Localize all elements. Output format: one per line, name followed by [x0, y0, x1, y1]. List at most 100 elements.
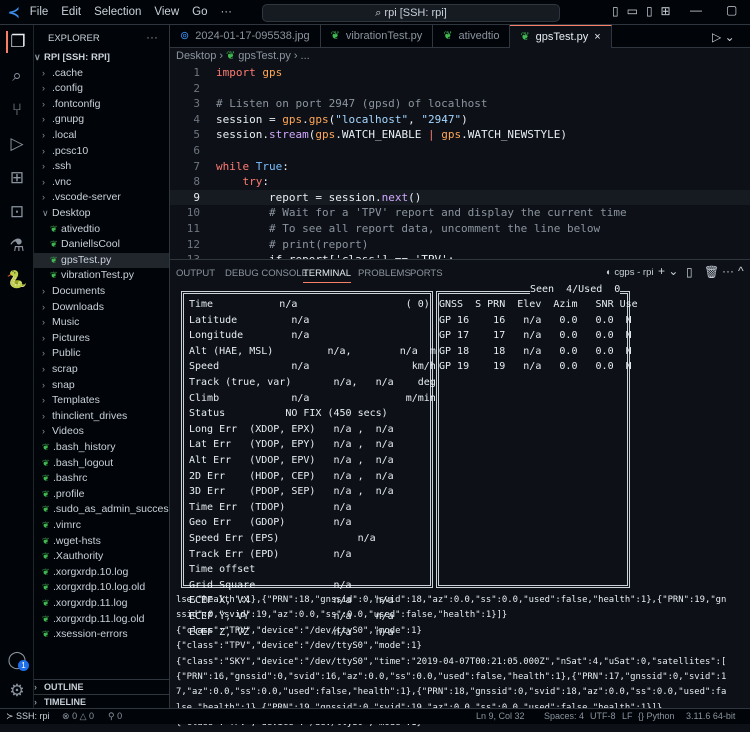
settings-gear-icon[interactable]: ⚙	[6, 680, 28, 702]
tree-item[interactable]: ❦ ativedtio	[34, 222, 169, 238]
tab-2024-01-17-095538-jpg[interactable]: ⊚ 2024-01-17-095538.jpg	[170, 25, 321, 48]
testing-icon[interactable]: ⚗	[6, 235, 28, 257]
panel-tab-problems[interactable]: PROBLEMS	[358, 268, 411, 279]
tree-item[interactable]: ❦ .bashrc	[34, 471, 169, 487]
tree-item[interactable]: › .pcsc10	[34, 144, 169, 160]
tree-item[interactable]: ∨ Desktop	[34, 206, 169, 222]
close-icon[interactable]: ×	[594, 31, 600, 43]
tree-item[interactable]: › .vnc	[34, 175, 169, 191]
indentation[interactable]: Spaces: 4	[544, 709, 584, 724]
panel-tab-terminal[interactable]: TERMINAL	[303, 268, 352, 283]
tab-ativedtio[interactable]: ❦ ativedtio	[433, 25, 511, 48]
python-interpreter[interactable]: 3.11.6 64-bit	[686, 709, 735, 724]
tree-item[interactable]: › .gnupg	[34, 112, 169, 128]
tree-item[interactable]: ❦ .bash_history	[34, 440, 169, 456]
encoding[interactable]: UTF-8	[590, 709, 616, 724]
activity-bar: ❐ ⌕ ⑂ ▷ ⊞ ⊡ ⚗ 🐍 ◯ 1 ⚙	[0, 25, 34, 708]
tree-item[interactable]: ❦ .xsession-errors	[34, 627, 169, 643]
command-center-search[interactable]: ⌕ rpi [SSH: rpi]	[262, 4, 560, 22]
python-file-icon: ❦	[50, 254, 58, 265]
menu-file[interactable]: File	[30, 6, 49, 18]
layout-toggle-icons[interactable]: ▯▭▯⊞	[612, 4, 679, 18]
breadcrumb-item[interactable]: gpsTest.py	[238, 50, 291, 62]
tree-item[interactable]: ❦ .Xauthority	[34, 549, 169, 565]
python-icon[interactable]: 🐍	[6, 269, 28, 291]
tree-item[interactable]: ❦ .profile	[34, 487, 169, 503]
tree-item[interactable]: › Public	[34, 346, 169, 362]
maximize-panel-icon[interactable]: ^	[738, 264, 744, 278]
accounts-icon[interactable]: ◯ 1	[6, 649, 29, 671]
cursor-position[interactable]: Ln 9, Col 32	[476, 709, 525, 724]
search-icon[interactable]: ⌕	[6, 65, 28, 87]
tree-item[interactable]: ❦ .sudo_as_admin_succes...	[34, 502, 169, 518]
panel-tab-ports[interactable]: PORTS	[410, 268, 443, 279]
menu-view[interactable]: View	[154, 6, 179, 18]
remote-indicator[interactable]: ≻ SSH: rpi	[0, 709, 56, 724]
minimize-button[interactable]: —	[690, 3, 702, 17]
python-file-icon: ❦	[42, 442, 50, 452]
tree-item[interactable]: ❦ .xorgxrdp.11.log.old	[34, 612, 169, 628]
tree-item[interactable]: › snap	[34, 378, 169, 394]
code-line: 3 # Listen on port 2947 (gpsd) of localho…	[170, 96, 750, 112]
panel-tab-debug-console[interactable]: DEBUG CONSOLE	[225, 268, 308, 279]
tree-item-label: gpsTest.py	[61, 253, 112, 266]
tab-gpstest-py[interactable]: ❦ gpsTest.py ×	[510, 25, 612, 48]
breadcrumb-item[interactable]: Desktop	[176, 50, 216, 62]
menu-selection[interactable]: Selection	[94, 6, 141, 18]
tree-item[interactable]: ❦ gpsTest.py	[34, 252, 169, 269]
tab-vibrationtest-py[interactable]: ❦ vibrationTest.py	[321, 25, 434, 48]
source-control-icon[interactable]: ⑂	[6, 99, 28, 121]
tree-item[interactable]: › .config	[34, 81, 169, 97]
menu-go[interactable]: Go	[192, 6, 207, 18]
tree-item[interactable]: › .cache	[34, 66, 169, 82]
tree-item[interactable]: ❦ vibrationTest.py	[34, 268, 169, 284]
language-mode[interactable]: {} Python	[638, 709, 675, 724]
problems-indicator[interactable]: ⊗ 0 △ 0	[62, 709, 94, 724]
chevron-down-icon: ∨	[42, 208, 49, 218]
tree-item[interactable]: › Music	[34, 315, 169, 331]
remote-explorer-icon[interactable]: ⊡	[6, 201, 28, 223]
ports-indicator[interactable]: ⚲ 0	[108, 709, 122, 724]
tree-item[interactable]: › .vscode-server	[34, 190, 169, 206]
more-actions-button[interactable]: ···	[722, 264, 734, 278]
new-terminal-button[interactable]: + ⌄	[658, 264, 678, 278]
tree-item[interactable]: ❦ .bash_logout	[34, 456, 169, 472]
run-python-file-button[interactable]: ▷ ⌄	[712, 30, 735, 44]
tree-item[interactable]: › Pictures	[34, 331, 169, 347]
tree-item[interactable]: ❦ .xorgxrdp.10.log	[34, 565, 169, 581]
menu-more[interactable]: ···	[220, 6, 232, 18]
end-of-line[interactable]: LF	[622, 709, 633, 724]
panel-tab-output[interactable]: OUTPUT	[176, 268, 215, 279]
workspace-root[interactable]: ∨ RPI [SSH: RPI]	[34, 50, 169, 66]
tree-item[interactable]: › thinclient_drives	[34, 409, 169, 425]
tree-item[interactable]: › .fontconfig	[34, 97, 169, 113]
code-token: import	[216, 66, 263, 79]
tree-item[interactable]: ❦ DaniellsCool	[34, 237, 169, 253]
tree-item[interactable]: › Videos	[34, 424, 169, 440]
code-token: .WATCH_NEWSTYLE)	[461, 128, 568, 142]
tree-item[interactable]: › .local	[34, 128, 169, 144]
code-editor[interactable]: 1 import gps 2 3 # Listen on port 2947 (gpsd…	[170, 64, 750, 259]
terminal-line: Speed Err (EPS) n/a	[189, 533, 376, 544]
outline-section[interactable]: › OUTLINE	[34, 679, 169, 695]
kill-terminal-icon[interactable]: 🗑	[704, 265, 719, 279]
tree-item[interactable]: ❦ .xorgxrdp.10.log.old	[34, 580, 169, 596]
terminal-line: Long Err (XDOP, EPX) n/a , n/a	[189, 423, 394, 435]
tree-item[interactable]: ❦ .vimrc	[34, 518, 169, 534]
maximize-button[interactable]: ▢	[726, 3, 737, 17]
tree-item[interactable]: ❦ .wget-hsts	[34, 534, 169, 550]
tree-item[interactable]: › scrap	[34, 362, 169, 378]
split-terminal-icon[interactable]: ▯	[686, 265, 693, 279]
menu-edit[interactable]: Edit	[61, 6, 81, 18]
breadcrumb-item[interactable]: ...	[301, 50, 310, 62]
run-debug-icon[interactable]: ▷	[6, 133, 28, 155]
extensions-icon[interactable]: ⊞	[6, 167, 28, 189]
tree-item[interactable]: ❦ .xorgxrdp.11.log	[34, 596, 169, 612]
tree-item[interactable]: › Documents	[34, 284, 169, 300]
tree-item[interactable]: › Downloads	[34, 300, 169, 316]
tree-item[interactable]: › Templates	[34, 393, 169, 409]
more-actions-button[interactable]: ···	[146, 30, 158, 44]
explorer-icon[interactable]: ❐	[6, 31, 28, 53]
tree-item[interactable]: › .ssh	[34, 159, 169, 175]
terminal-selector[interactable]: ◐ cgps - rpi	[606, 267, 653, 278]
